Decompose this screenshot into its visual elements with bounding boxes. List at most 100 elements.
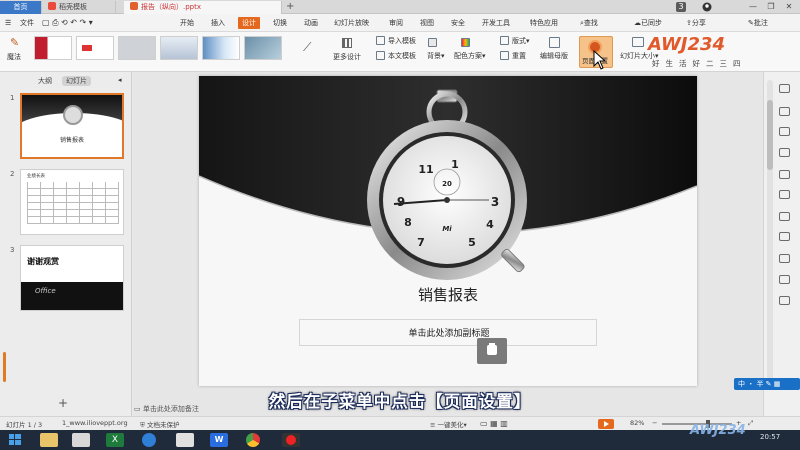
- close-button[interactable]: ✕: [780, 2, 798, 12]
- svg-text:7: 7: [417, 236, 425, 249]
- right-task-pane: 中 ・ 半 ✎ ▦: [734, 72, 800, 416]
- chrome-icon[interactable]: [246, 433, 260, 447]
- layout-label: 版式: [512, 37, 526, 45]
- pane-icon-11[interactable]: [779, 296, 790, 305]
- import-template-button[interactable]: 导入模板: [388, 36, 416, 46]
- ime-toolbar[interactable]: 中 ・ 半 ✎ ▦: [734, 378, 800, 390]
- excel-icon[interactable]: X: [106, 433, 124, 447]
- background-button[interactable]: 背景▾: [427, 51, 445, 61]
- tab-template[interactable]: 稻壳模板: [42, 1, 116, 14]
- reset-button[interactable]: 重置: [512, 51, 526, 61]
- menu-developer[interactable]: 开发工具: [482, 17, 510, 29]
- new-tab-button[interactable]: +: [286, 1, 294, 12]
- slide-thumb-2[interactable]: 业绩长表: [20, 169, 124, 235]
- slide-panel: 大纲 幻灯片 ◂ 1 销售报表 2 业绩长表 3 谢谢观赏 Office +: [0, 72, 132, 416]
- zoom-out-button[interactable]: −: [652, 419, 657, 427]
- pane-icon-8[interactable]: [779, 232, 790, 241]
- notes-icon: ▭: [134, 405, 143, 413]
- record-dot: [286, 435, 296, 445]
- svg-text:20: 20: [442, 180, 452, 188]
- recorder-icon[interactable]: [282, 433, 300, 447]
- ime-language: 中: [738, 380, 745, 388]
- layout-button[interactable]: 版式▾: [512, 36, 530, 46]
- menu-slideshow[interactable]: 幻灯片放映: [334, 17, 369, 29]
- panel-collapse-icon[interactable]: ◂: [118, 76, 122, 84]
- edit-master-button[interactable]: 编辑母版: [540, 51, 568, 61]
- file-explorer-icon[interactable]: [40, 433, 58, 447]
- play-icon: [604, 421, 609, 427]
- color-scheme-button[interactable]: 配色方案▾: [454, 51, 486, 61]
- pane-icon-2[interactable]: [779, 107, 790, 116]
- scrollbar-thumb[interactable]: [767, 100, 773, 170]
- quick-access-icons[interactable]: ▢ ⎙ ⟲ ↶ ↷ ▾: [42, 17, 93, 29]
- view-mode-buttons[interactable]: ▭ ▦ ▥: [480, 419, 508, 428]
- annotate-button[interactable]: ✎批注: [748, 17, 768, 29]
- slide-canvas[interactable]: 11 1 3 9 8 4 7 5 20 Mi 销售报表 单击此处添加副标题: [199, 76, 697, 386]
- fit-window-icon[interactable]: ⤢: [748, 419, 753, 428]
- more-design-button[interactable]: 更多设计: [333, 52, 361, 62]
- template-thumb-3[interactable]: [118, 36, 156, 60]
- template-thumb-6[interactable]: [244, 36, 282, 60]
- slide-thumb-1[interactable]: 销售报表: [20, 93, 124, 159]
- menu-view[interactable]: 视图: [420, 17, 434, 29]
- tab-document[interactable]: 报告（纵向）.pptx: [124, 1, 282, 14]
- tab-outline[interactable]: 大纲: [38, 76, 52, 86]
- slide-title[interactable]: 销售报表: [199, 284, 697, 305]
- menu-file[interactable]: 文件: [20, 17, 34, 29]
- menu-transition[interactable]: 切换: [273, 17, 287, 29]
- subtitle-placeholder[interactable]: 单击此处添加副标题: [299, 319, 597, 346]
- menu-start[interactable]: 开始: [180, 17, 194, 29]
- hamburger-icon[interactable]: ☰: [5, 17, 11, 29]
- beautify-button[interactable]: ≡ 一键美化▾: [430, 419, 467, 429]
- restore-button[interactable]: ❐: [762, 2, 780, 12]
- windows-start-icon[interactable]: [6, 433, 24, 447]
- pane-icon-1[interactable]: [779, 84, 790, 93]
- minimize-button[interactable]: —: [744, 2, 762, 12]
- template-thumb-5[interactable]: [202, 36, 240, 60]
- play-slideshow-button[interactable]: [598, 419, 614, 429]
- vertical-scrollbar[interactable]: [767, 80, 773, 390]
- slide-thumb-3[interactable]: 谢谢观赏 Office: [20, 245, 124, 311]
- color-scheme-label: 配色方案: [454, 52, 482, 60]
- folder-icon[interactable]: [176, 433, 194, 447]
- thumb3-brand: Office: [35, 287, 56, 295]
- insert-media-button[interactable]: [477, 338, 507, 364]
- pane-icon-9[interactable]: [779, 254, 790, 263]
- thumb3-title: 谢谢观赏: [27, 257, 59, 266]
- pane-icon-4[interactable]: [779, 148, 790, 157]
- thumb2-table: [27, 182, 119, 224]
- menu-features[interactable]: 特色应用: [530, 17, 558, 29]
- pane-icon-3[interactable]: [779, 127, 790, 136]
- menu-animation[interactable]: 动画: [304, 17, 318, 29]
- svg-text:5: 5: [468, 236, 476, 249]
- cloud-app-icon[interactable]: [142, 433, 156, 447]
- menu-review[interactable]: 审阅: [389, 17, 403, 29]
- template-thumb-4[interactable]: [160, 36, 198, 60]
- pane-icon-10[interactable]: [779, 275, 790, 284]
- pane-icon-5[interactable]: [779, 170, 790, 179]
- doc-protect-status[interactable]: ⛨ 文档未保护: [140, 419, 179, 430]
- pane-icon-7[interactable]: [779, 212, 790, 221]
- text-template-button[interactable]: 本文模板: [388, 51, 416, 61]
- notification-badge[interactable]: 3: [676, 2, 686, 12]
- pane-icon-6[interactable]: [779, 190, 790, 199]
- blank-app-icon[interactable]: [72, 433, 90, 447]
- design-scroll-icon[interactable]: ⟋: [303, 40, 311, 55]
- menu-insert[interactable]: 插入: [211, 17, 225, 29]
- tab-home[interactable]: 首页: [0, 1, 42, 14]
- wps-icon[interactable]: W: [210, 433, 228, 447]
- zoom-level[interactable]: 82%: [630, 419, 644, 427]
- taskbar-clock[interactable]: 20:57: [760, 433, 780, 441]
- beautify-label: 一键美化: [437, 421, 464, 429]
- add-slide-button[interactable]: +: [58, 396, 68, 410]
- sync-status[interactable]: ☁已同步: [634, 17, 662, 29]
- search-button[interactable]: ⌕查找: [580, 17, 598, 29]
- tab-slides[interactable]: 幻灯片: [62, 76, 91, 86]
- magic-button[interactable]: 魔法: [7, 52, 21, 62]
- share-button[interactable]: ⇪分享: [686, 17, 706, 29]
- menu-design[interactable]: 设计: [238, 17, 260, 29]
- avatar[interactable]: [698, 2, 716, 12]
- template-thumb-2[interactable]: [76, 36, 114, 60]
- menu-security[interactable]: 安全: [451, 17, 465, 29]
- template-thumb-1[interactable]: [34, 36, 72, 60]
